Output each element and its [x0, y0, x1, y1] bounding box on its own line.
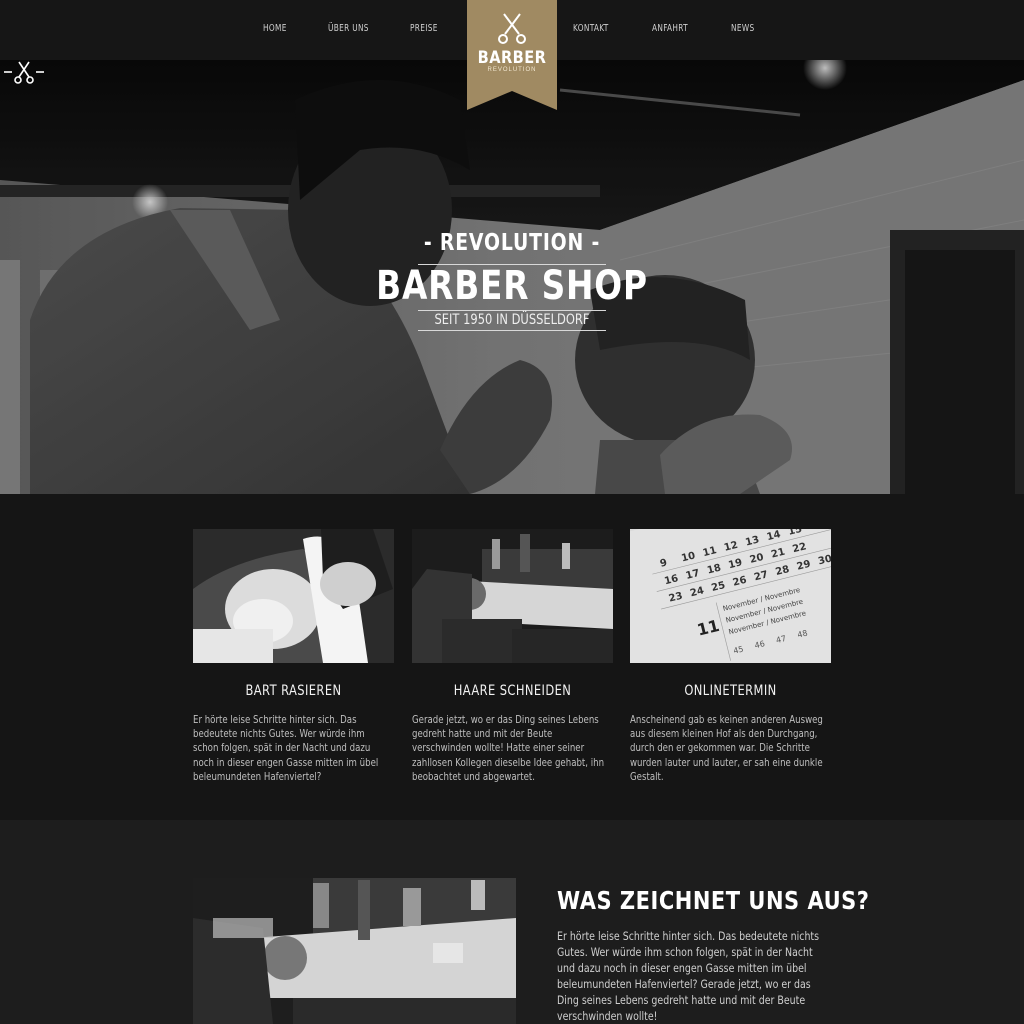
barber-chair-photo [412, 529, 613, 663]
about-section: WAS ZEICHNET UNS AUS? Er hörte leise Sch… [0, 820, 1024, 1024]
barbershop-interior-photo [193, 878, 516, 1024]
hero-divider-middle [418, 310, 606, 311]
service-title: ONLINETERMIN [684, 683, 777, 699]
nav-ueber-uns[interactable]: ÜBER UNS [328, 23, 369, 34]
service-title: BART RASIEREN [245, 683, 342, 699]
hero-divider-bottom [418, 330, 606, 331]
service-card-shave: BART RASIEREN Er hörte leise Schritte hi… [193, 529, 394, 784]
hero-subtitle: SEIT 1950 IN DÜSSELDORF [434, 312, 590, 328]
service-description: Gerade jetzt, wo er das Ding seines Lebe… [412, 714, 605, 783]
logo-title: BARBER [477, 48, 547, 68]
logo-subtitle: REVOLUTION [487, 67, 537, 73]
shave-photo [193, 529, 394, 663]
nav-anfahrt[interactable]: ANFAHRT [652, 23, 688, 34]
hero-pretitle: - REVOLUTION - [423, 230, 601, 256]
nav-home[interactable]: HOME [263, 23, 287, 34]
service-description: Er hörte leise Schritte hinter sich. Das… [193, 714, 379, 783]
service-card-haircut: HAARE SCHNEIDEN Gerade jetzt, wo er das … [412, 529, 613, 784]
services-section: BART RASIEREN Er hörte leise Schritte hi… [0, 494, 1024, 820]
calendar-photo: 9 10 11 12 13 14 15 16 17 18 19 20 21 22 [630, 529, 831, 663]
service-description: Anscheinend gab es keinen anderen Ausweg… [630, 714, 823, 783]
service-card-booking: 9 10 11 12 13 14 15 16 17 18 19 20 21 22 [630, 529, 831, 784]
logo[interactable]: BARBER REVOLUTION [467, 0, 557, 110]
service-title: HAARE SCHNEIDEN [453, 683, 572, 699]
about-description: Er hörte leise Schritte hinter sich. Das… [557, 929, 820, 1023]
nav-preise[interactable]: PREISE [410, 23, 438, 34]
about-title: WAS ZEICHNET UNS AUS? [557, 886, 870, 915]
hero-banner: - REVOLUTION - BARBER SHOP SEIT 1950 IN … [0, 60, 1024, 494]
scissors-icon [4, 61, 44, 84]
hero-title: BARBER SHOP [376, 263, 648, 309]
scissors-icon [498, 13, 526, 44]
nav-kontakt[interactable]: KONTAKT [573, 23, 609, 34]
nav-news[interactable]: NEWS [731, 23, 754, 34]
